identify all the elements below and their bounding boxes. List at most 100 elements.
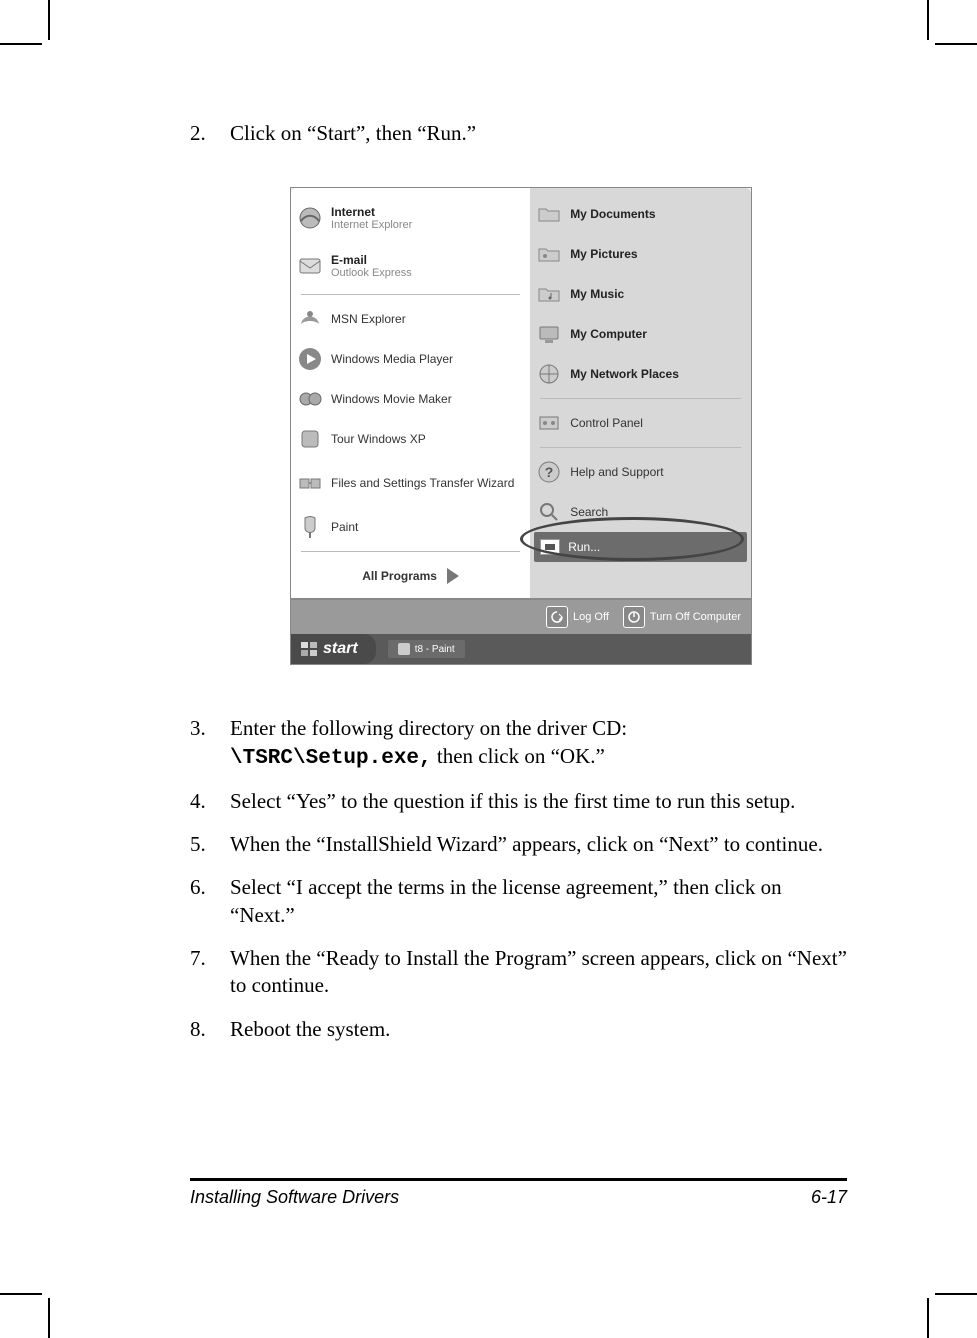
step-number: 3. <box>190 715 230 772</box>
menu-item-label: Help and Support <box>570 466 663 479</box>
menu-item-label: Windows Media Player <box>331 353 453 366</box>
menu-item-cpanel[interactable]: Control Panel <box>534 403 747 443</box>
step-text: Click on “Start”, then “Run.” <box>230 120 847 147</box>
menu-item-label: My Music <box>570 288 624 301</box>
menu-item-tour[interactable]: Tour Windows XP <box>295 419 526 459</box>
chevron-right-icon <box>447 568 459 584</box>
logoff-icon <box>546 606 568 628</box>
start-menu-screenshot: Internet Internet Explorer E-mail Outloo… <box>290 187 752 665</box>
step-number: 6. <box>190 874 230 929</box>
msn-icon <box>297 306 323 332</box>
turnoff-label: Turn Off Computer <box>650 611 741 623</box>
menu-item-sublabel: Internet Explorer <box>331 219 412 231</box>
step-text: Reboot the system. <box>230 1016 847 1043</box>
step-4: 4. Select “Yes” to the question if this … <box>190 788 847 815</box>
step-text-part: Enter the following directory on the dri… <box>230 716 627 740</box>
code-path: \TSRC\Setup.exe, <box>230 747 432 770</box>
footer-title: Installing Software Drivers <box>190 1187 399 1208</box>
step-text: Select “I accept the terms in the licens… <box>230 874 847 929</box>
step-5: 5. When the “InstallShield Wizard” appea… <box>190 831 847 858</box>
step-6: 6. Select “I accept the terms in the lic… <box>190 874 847 929</box>
menu-item-mymusic[interactable]: My Music <box>534 274 747 314</box>
search-icon <box>536 499 562 525</box>
logoff-label: Log Off <box>573 611 609 623</box>
logoff-button[interactable]: Log Off <box>546 606 609 628</box>
step-text-part: then click on “OK.” <box>437 744 605 768</box>
menu-item-wmp[interactable]: Windows Media Player <box>295 339 526 379</box>
menu-item-label: My Pictures <box>570 248 637 261</box>
start-menu-footer: Log Off Turn Off Computer <box>291 598 751 634</box>
folder-icon <box>536 201 562 227</box>
run-icon <box>540 539 560 555</box>
step-text: When the “InstallShield Wizard” appears,… <box>230 831 847 858</box>
all-programs-label: All Programs <box>362 569 437 583</box>
power-icon <box>623 606 645 628</box>
taskbar-item-paint[interactable]: t8 - Paint <box>388 640 465 658</box>
separator <box>540 447 741 448</box>
page-body: 2. Click on “Start”, then “Run.” Interne… <box>190 120 847 1059</box>
separator <box>301 294 520 295</box>
step-number: 8. <box>190 1016 230 1043</box>
taskbar: start t8 - Paint <box>291 634 751 664</box>
menu-item-label: MSN Explorer <box>331 313 406 326</box>
menu-item-internet[interactable]: Internet Internet Explorer <box>295 194 526 242</box>
menu-item-label: Search <box>570 506 608 519</box>
menu-item-label: Run... <box>568 540 600 554</box>
email-icon <box>297 253 323 279</box>
separator <box>301 551 520 552</box>
computer-icon <box>536 321 562 347</box>
step-number: 7. <box>190 945 230 1000</box>
all-programs-button[interactable]: All Programs <box>295 556 526 592</box>
menu-item-mycomp[interactable]: My Computer <box>534 314 747 354</box>
menu-item-label: Files and Settings Transfer Wizard <box>331 477 514 490</box>
svg-text:?: ? <box>545 464 554 480</box>
menu-item-search[interactable]: Search <box>534 492 747 532</box>
footer-page-number: 6-17 <box>811 1187 847 1208</box>
menu-item-wmm[interactable]: Windows Movie Maker <box>295 379 526 419</box>
crop-mark <box>48 0 50 40</box>
taskbar-item-label: t8 - Paint <box>415 644 455 655</box>
menu-item-email[interactable]: E-mail Outlook Express <box>295 242 526 290</box>
separator <box>540 398 741 399</box>
paint-taskbar-icon <box>398 643 410 655</box>
menu-item-msn[interactable]: MSN Explorer <box>295 299 526 339</box>
menu-item-help[interactable]: ? Help and Support <box>534 452 747 492</box>
step-7: 7. When the “Ready to Install the Progra… <box>190 945 847 1000</box>
start-menu-left-column: Internet Internet Explorer E-mail Outloo… <box>291 188 530 598</box>
menu-item-label: My Network Places <box>570 368 679 381</box>
movie-maker-icon <box>297 386 323 412</box>
menu-item-label: E-mail <box>331 253 367 267</box>
transfer-wizard-icon <box>297 470 323 496</box>
start-button[interactable]: start <box>291 634 376 664</box>
crop-mark <box>927 1298 929 1338</box>
crop-mark <box>935 1293 977 1295</box>
step-number: 2. <box>190 120 230 147</box>
menu-item-label: Paint <box>331 521 358 534</box>
help-icon: ? <box>536 459 562 485</box>
menu-item-mypics[interactable]: My Pictures <box>534 234 747 274</box>
menu-item-label: Tour Windows XP <box>331 433 426 446</box>
menu-item-mydocs[interactable]: My Documents <box>534 194 747 234</box>
crop-mark <box>0 43 42 45</box>
control-panel-icon <box>536 410 562 436</box>
step-text: When the “Ready to Install the Program” … <box>230 945 847 1000</box>
menu-item-mynet[interactable]: My Network Places <box>534 354 747 394</box>
tour-icon <box>297 426 323 452</box>
start-label: start <box>323 640 358 658</box>
step-3: 3. Enter the following directory on the … <box>190 715 847 772</box>
menu-item-run[interactable]: Run... <box>534 532 747 562</box>
step-number: 5. <box>190 831 230 858</box>
menu-item-paint[interactable]: Paint <box>295 507 526 547</box>
paint-icon <box>297 514 323 540</box>
step-number: 4. <box>190 788 230 815</box>
menu-item-fst[interactable]: Files and Settings Transfer Wizard <box>295 459 526 507</box>
pictures-icon <box>536 241 562 267</box>
crop-mark <box>935 43 977 45</box>
music-icon <box>536 281 562 307</box>
internet-explorer-icon <box>297 205 323 231</box>
step-text: Select “Yes” to the question if this is … <box>230 788 847 815</box>
menu-item-label: My Documents <box>570 208 655 221</box>
turnoff-button[interactable]: Turn Off Computer <box>623 606 741 628</box>
step-2: 2. Click on “Start”, then “Run.” <box>190 120 847 147</box>
menu-item-label: Control Panel <box>570 417 643 430</box>
